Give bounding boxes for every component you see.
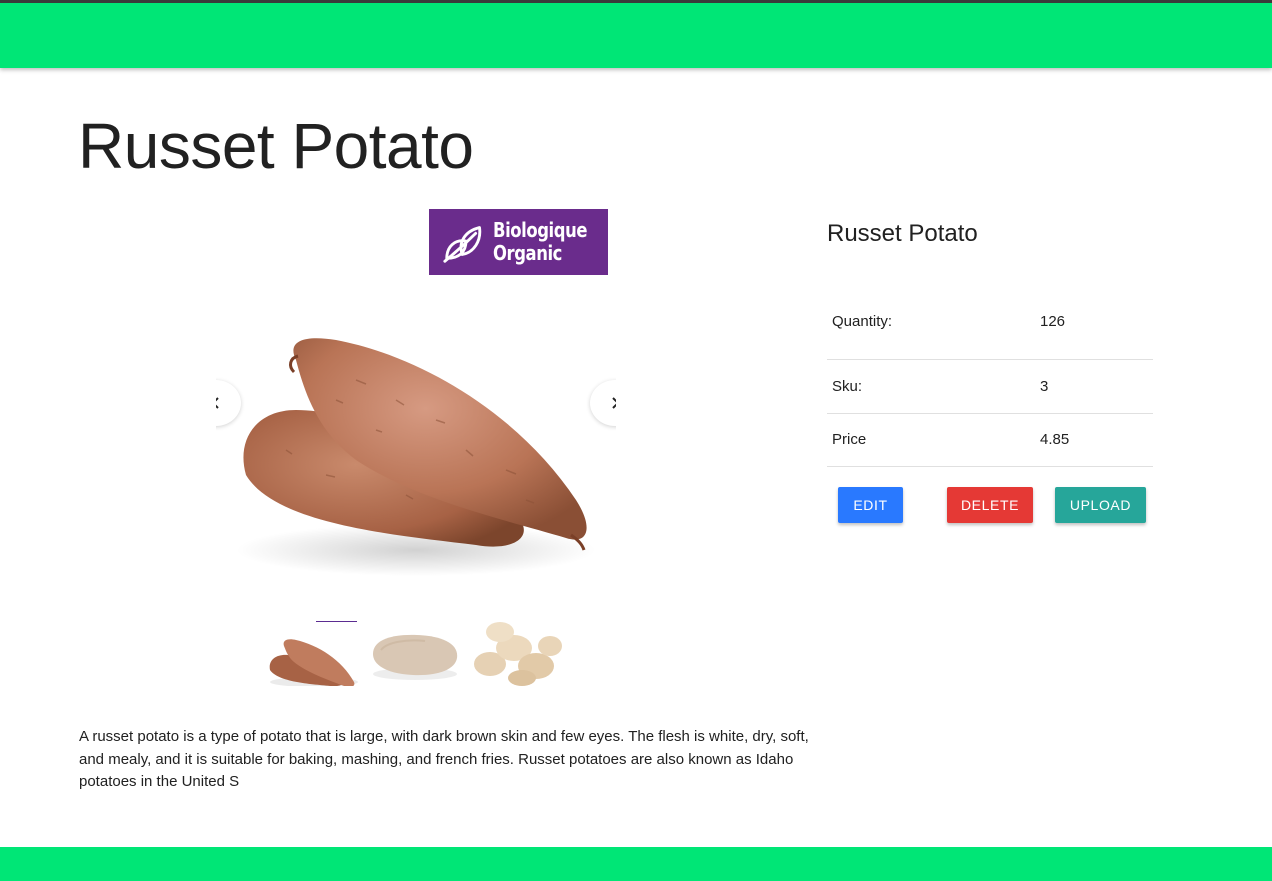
price-value: 4.85 — [1040, 431, 1070, 448]
chevron-left-icon — [216, 397, 219, 409]
detail-title: Russet Potato — [827, 220, 978, 247]
organic-badge: Biologique Organic — [429, 209, 608, 275]
product-page: Russet Potato Biologique Organic A russe… — [0, 0, 1272, 881]
organic-badge-text: Biologique Organic — [493, 219, 587, 265]
top-app-bar — [0, 0, 1272, 68]
sku-value: 3 — [1040, 377, 1049, 395]
sweet-potato-image — [236, 338, 596, 576]
product-description: A russet potato is a type of potato that… — [79, 728, 809, 790]
thumbnail-russet-potato[interactable] — [367, 620, 463, 686]
page-title: Russet Potato — [78, 110, 474, 182]
thumbnail-baby-potatoes[interactable] — [470, 620, 566, 686]
leaf-icon — [443, 226, 482, 263]
chevron-right-icon — [612, 397, 616, 409]
table-row: Sku: 3 — [827, 359, 1153, 413]
table-row: Quantity: 126 — [827, 284, 1153, 359]
baby-potatoes-thumb-image — [474, 622, 562, 686]
quantity-value: 126 — [1040, 312, 1066, 330]
badge-line-1: Biologique — [493, 218, 588, 242]
edit-button[interactable]: Edit — [838, 487, 903, 523]
delete-button[interactable]: Delete — [947, 487, 1033, 523]
table-row: Price 4.85 — [827, 413, 1153, 466]
sku-label: Sku: — [832, 377, 863, 395]
price-label: Price — [832, 431, 867, 448]
sweet-potato-thumb-image — [269, 639, 358, 686]
details-table: Quantity: 126 Sku: 3 Price 4.85 — [827, 284, 1153, 467]
russet-potato-thumb-image — [373, 634, 458, 680]
thumbnail-sweet-potato[interactable] — [266, 620, 362, 686]
badge-line-2: Organic — [493, 241, 563, 265]
footer-bar — [0, 847, 1272, 881]
image-carousel — [216, 300, 616, 590]
quantity-label: Quantity: — [832, 312, 893, 330]
upload-button[interactable]: Upload — [1055, 487, 1146, 523]
